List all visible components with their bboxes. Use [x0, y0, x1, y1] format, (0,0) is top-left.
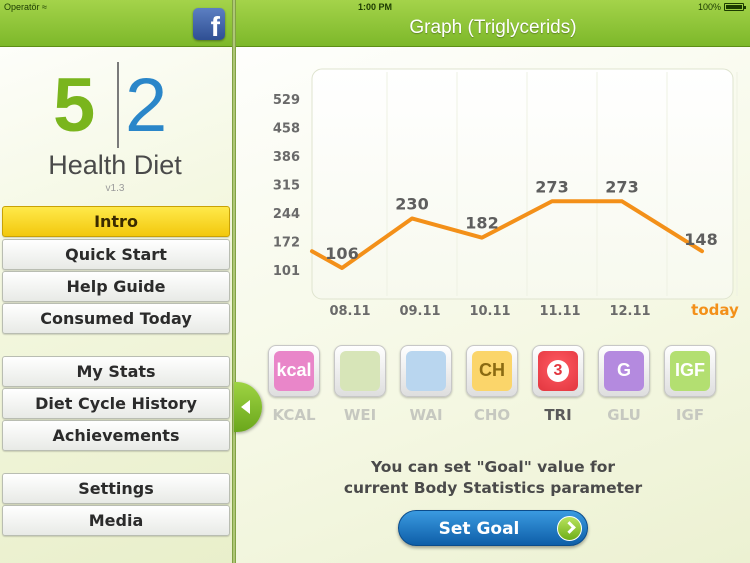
data-label: 182	[465, 214, 498, 233]
y-tick-label: 172	[273, 236, 300, 251]
menu-media-button[interactable]: Media	[2, 505, 230, 536]
param-label: GLU	[607, 406, 641, 424]
param-wei[interactable]: WEI	[332, 345, 388, 424]
chart-panel	[311, 68, 734, 300]
param-label: CHO	[473, 406, 511, 424]
goal-hint: You can set "Goal" value for current Bod…	[236, 457, 750, 499]
x-tick-label: 12.11	[609, 304, 650, 319]
menu-settings-button[interactable]: Settings	[2, 473, 230, 504]
menu-intro-button[interactable]: Intro	[2, 206, 230, 237]
goal-hint-line1: You can set "Goal" value for	[370, 458, 616, 476]
chevron-right-icon	[557, 516, 582, 541]
status-time: 1:00 PM	[357, 2, 392, 12]
data-label: 148	[684, 230, 717, 249]
menu-achievements-button[interactable]: Achievements	[2, 420, 230, 451]
y-tick-label: 529	[273, 93, 300, 108]
y-tick-label: 386	[273, 150, 300, 165]
param-cho[interactable]: CH CHO	[464, 345, 520, 424]
app-version: v1.3	[105, 183, 125, 194]
logo-number-two: 2	[125, 63, 168, 148]
menu-consumed-today-button[interactable]: Consumed Today	[2, 303, 230, 334]
x-tick-label: 10.11	[469, 304, 510, 319]
param-glu[interactable]: G GLU	[596, 345, 652, 424]
goal-hint-line2: current Body Statistics parameter	[343, 479, 643, 497]
data-label: 273	[605, 177, 638, 196]
x-tick-label: 11.11	[539, 304, 580, 319]
menu-quick-start-button[interactable]: Quick Start	[2, 239, 230, 270]
app-logo: 5 2 Health Diet v1.3	[40, 62, 190, 197]
glucose-icon: G	[598, 345, 650, 397]
battery-icon	[724, 3, 746, 11]
battery-indicator: 100%	[697, 2, 746, 12]
param-label: WAI	[409, 406, 443, 424]
status-bar: Operatör ≈ 1:00 PM 100%	[0, 0, 750, 14]
logo-divider	[117, 62, 119, 148]
waist-icon	[400, 345, 452, 397]
param-label: WEI	[343, 406, 377, 424]
set-goal-button[interactable]: Set Goal	[398, 510, 588, 546]
x-tick-label: 09.11	[399, 304, 440, 319]
data-label: 230	[395, 194, 428, 213]
param-label: KCAL	[272, 406, 316, 424]
set-goal-label: Set Goal	[438, 519, 520, 539]
logo-number-five: 5	[53, 63, 96, 148]
igf-icon: IGF	[664, 345, 716, 397]
x-tick-label: 08.11	[329, 304, 370, 319]
param-wai[interactable]: WAI	[398, 345, 454, 424]
triglycerides-line-chart: 529 458 386 315 244 172 101 08.11 09.11 10.11 11.…	[273, 68, 739, 319]
scale-icon	[334, 345, 386, 397]
menu-my-stats-button[interactable]: My Stats	[2, 356, 230, 387]
cholesterol-icon: CH	[466, 345, 518, 397]
y-tick-label: 101	[273, 264, 300, 279]
sidebar: f 5 2 Health Diet v1.3 Intro Quick Start…	[0, 0, 232, 563]
param-kcal[interactable]: kcal KCAL	[266, 345, 322, 424]
data-label: 106	[325, 244, 358, 263]
menu-diet-cycle-history-button[interactable]: Diet Cycle History	[2, 388, 230, 419]
param-igf[interactable]: IGF IGF	[662, 345, 718, 424]
y-tick-label: 244	[273, 207, 300, 222]
data-label: 273	[535, 177, 568, 196]
x-tick-today: today	[691, 301, 739, 319]
param-label: TRI	[544, 406, 572, 424]
menu-help-guide-button[interactable]: Help Guide	[2, 271, 230, 302]
arrow-left-icon	[241, 400, 250, 414]
battery-percent: 100%	[697, 2, 721, 12]
heart-icon: 3	[532, 345, 584, 397]
param-tri[interactable]: 3 TRI	[530, 345, 586, 424]
y-tick-label: 315	[273, 179, 300, 194]
param-label: IGF	[675, 406, 705, 424]
logo-title: Health Diet	[48, 150, 182, 180]
kcal-icon: kcal	[268, 345, 320, 397]
y-tick-label: 458	[273, 121, 300, 136]
page-title: Graph (Triglycerids)	[409, 17, 577, 38]
